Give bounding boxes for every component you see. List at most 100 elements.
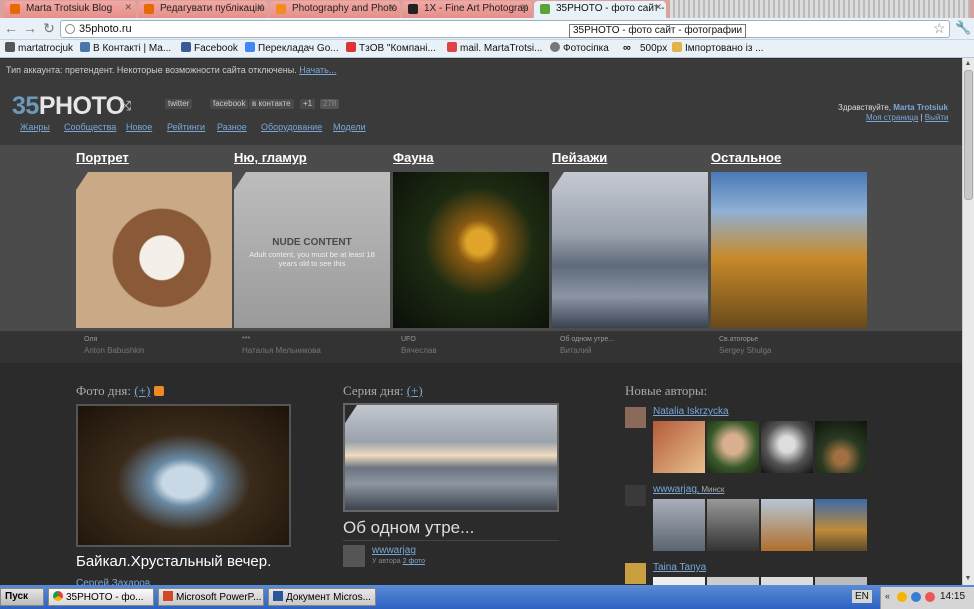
photo-portrait-thumbnail[interactable] [76, 172, 232, 328]
photo-nude-thumbnail[interactable]: NUDE CONTENT Adult content, you must be … [234, 172, 390, 328]
scroll-down-icon[interactable]: ▼ [962, 573, 974, 585]
author-photo-thumbnail[interactable] [815, 577, 867, 585]
author-name-link[interactable]: Taina Tanya [653, 562, 706, 573]
author-name-link[interactable]: Natalia Iskrzycka [653, 406, 729, 417]
close-icon[interactable]: ✕ [388, 2, 396, 13]
start-button[interactable]: Пуск [0, 588, 44, 606]
author-photo-thumbnail[interactable] [761, 421, 813, 473]
shuffle-icon[interactable]: ⤨ [120, 97, 131, 114]
tab-35photo[interactable]: 35PHOTO - фото сайт - ✕ [534, 1, 666, 18]
caption-author[interactable]: Вячеслав [401, 346, 437, 355]
bookmark-fotosipka[interactable]: Фотосіпка [550, 42, 609, 54]
category-fauna[interactable]: Фауна [393, 150, 434, 165]
bookmark-martatrocjuk[interactable]: martatrocjuk [5, 42, 73, 54]
scrollbar-thumb[interactable] [964, 70, 973, 200]
clock[interactable]: 14:15 [940, 591, 965, 602]
category-other[interactable]: Остальное [711, 150, 781, 165]
avatar[interactable] [625, 407, 646, 428]
photo-fauna-thumbnail[interactable] [393, 172, 549, 328]
tab-photography[interactable]: Photography and Photo ✕ [270, 1, 400, 18]
caption-author[interactable]: Наталья Мельникова [242, 346, 321, 355]
tray-app-icon[interactable] [897, 592, 907, 602]
bookmark-company[interactable]: ТзОВ "Компані... [346, 42, 436, 54]
tab-1x[interactable]: 1X - Fine Art Photograp ✕ [402, 1, 532, 18]
photo-landscape-thumbnail[interactable] [552, 172, 708, 328]
close-icon[interactable]: ✕ [256, 2, 264, 13]
nav-misc[interactable]: Разное [217, 122, 247, 132]
task-word[interactable]: Документ Micros... [268, 588, 376, 606]
series-photo-count-link[interactable]: 2 фото [403, 558, 425, 565]
bookmark-500px[interactable]: ∞ 500px [623, 42, 667, 54]
bookmark-vkontakte[interactable]: В Контакті | Ма... [80, 42, 171, 54]
facebook-button[interactable]: facebook [210, 99, 249, 109]
author-photo-thumbnail[interactable] [653, 577, 705, 585]
vkontakte-button[interactable]: в контакте [249, 99, 294, 109]
tab-marta-blog[interactable]: Marta Trotsiuk Blog ✕ [4, 1, 136, 18]
reload-icon[interactable]: ↻ [41, 21, 57, 37]
tab-edit-post[interactable]: Редагувати публікацію ✕ [138, 1, 268, 18]
forward-arrow-icon[interactable]: → [22, 21, 38, 37]
newspaper-wallpaper [670, 0, 970, 18]
task-powerpoint[interactable]: Microsoft PowerP... [158, 588, 264, 606]
nav-ratings[interactable]: Рейтинги [167, 122, 205, 132]
tray-antivirus-icon[interactable] [925, 592, 935, 602]
scroll-up-icon[interactable]: ▲ [962, 58, 974, 70]
series-day-plus-link[interactable]: (+) [407, 383, 423, 398]
twitter-button[interactable]: twitter [165, 99, 193, 109]
author-photo-thumbnail[interactable] [761, 499, 813, 551]
username-link[interactable]: Marta Trotsiuk [893, 103, 948, 112]
caption-author[interactable]: Виталий [560, 346, 591, 355]
category-landscape[interactable]: Пейзажи [552, 150, 607, 165]
author-photo-thumbnail[interactable] [707, 499, 759, 551]
avatar[interactable] [625, 485, 646, 506]
site-logo[interactable]: 35PHOTO [12, 92, 125, 121]
close-icon[interactable]: ✕ [654, 2, 662, 13]
author-photo-thumbnail[interactable] [815, 499, 867, 551]
caption-author[interactable]: Sergey Shulga [719, 346, 771, 355]
photo-other-thumbnail[interactable] [711, 172, 867, 328]
plus-one-button[interactable]: +1 [300, 99, 316, 109]
photo-day-plus-link[interactable]: (+) [134, 383, 150, 398]
wrench-icon[interactable]: 🔧 [955, 20, 971, 36]
star-icon[interactable]: ☆ [933, 20, 946, 37]
share-count: 278 [320, 99, 340, 109]
address-bar[interactable]: 35photo.ru [60, 20, 950, 38]
close-icon[interactable]: ✕ [520, 2, 528, 13]
nav-models[interactable]: Модели [333, 122, 366, 132]
task-chrome[interactable]: 35PHOTO - фо... [48, 588, 154, 606]
bookmark-mail[interactable]: mail. MartaTrotsi... [447, 42, 542, 54]
nav-equipment[interactable]: Оборудование [261, 122, 322, 132]
author-photo-thumbnail[interactable] [653, 499, 705, 551]
rss-icon[interactable] [153, 386, 164, 396]
series-day-title[interactable]: Об одном утре... [343, 518, 474, 538]
my-page-link[interactable]: Моя страница [866, 113, 918, 122]
avatar[interactable] [625, 563, 646, 584]
series-day-image[interactable] [343, 403, 559, 512]
author-name-link[interactable]: wwwarjag, Минск [653, 484, 724, 495]
nav-genres[interactable]: Жанры [20, 122, 50, 132]
bookmark-translate[interactable]: Перекладач Go... [245, 42, 339, 54]
close-icon[interactable]: ✕ [124, 2, 132, 13]
category-nude[interactable]: Ню, гламур [234, 150, 307, 165]
bookmark-imported[interactable]: Імпортовано із ... [672, 42, 764, 54]
tray-expand-icon[interactable]: « [885, 591, 890, 601]
bookmark-facebook[interactable]: Facebook [181, 42, 238, 54]
photo-day-image[interactable] [76, 404, 291, 547]
notice-start-link[interactable]: Начать... [299, 65, 336, 75]
author-photo-thumbnail[interactable] [707, 421, 759, 473]
photo-day-title[interactable]: Байкал.Хрустальный вечер. [76, 553, 271, 570]
avatar[interactable] [343, 545, 365, 567]
category-portrait[interactable]: Портрет [76, 150, 129, 165]
author-photo-thumbnail[interactable] [815, 421, 867, 473]
logout-link[interactable]: Выйти [925, 113, 949, 122]
tray-network-icon[interactable] [911, 592, 921, 602]
language-indicator[interactable]: EN [852, 590, 872, 603]
author-photo-thumbnail[interactable] [707, 577, 759, 585]
nav-new[interactable]: Новое [126, 122, 152, 132]
author-photo-thumbnail[interactable] [653, 421, 705, 473]
nav-communities[interactable]: Сообщества [64, 122, 116, 132]
caption-author[interactable]: Anton Babushkin [84, 346, 145, 355]
author-photo-thumbnail[interactable] [761, 577, 813, 585]
series-day-author[interactable]: wwwarjag [372, 545, 416, 556]
back-arrow-icon[interactable]: ← [3, 21, 19, 37]
